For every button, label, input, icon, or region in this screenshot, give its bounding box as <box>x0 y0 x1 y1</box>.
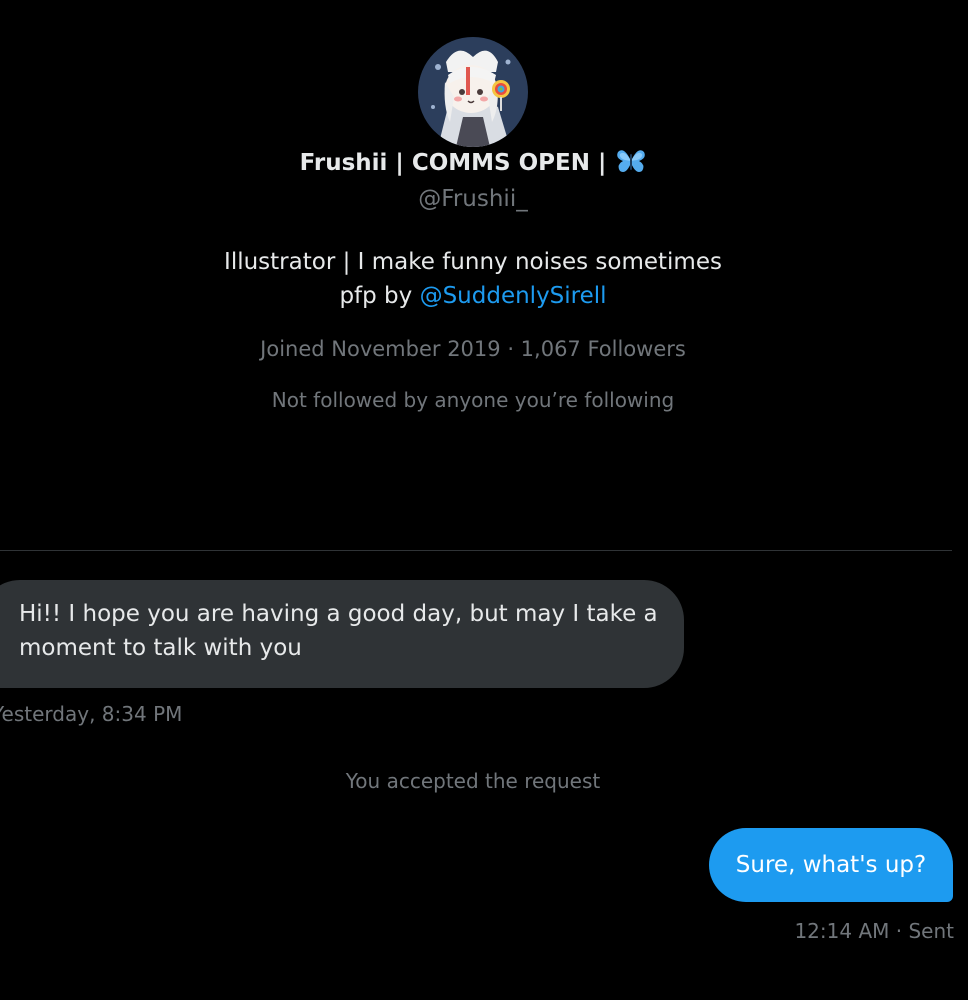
joined-date: Joined November 2019 <box>260 337 501 361</box>
meta-separator: · <box>500 337 521 361</box>
received-message-text: Hi!! I hope you are having a good day, b… <box>19 601 658 661</box>
not-followed-notice: Not followed by anyone you’re following <box>271 388 675 412</box>
request-accepted-notice: You accepted the request <box>345 769 601 793</box>
bio-line-1: Illustrator | I make funny noises someti… <box>224 249 722 275</box>
profile-bio: Illustrator | I make funny noises someti… <box>0 245 946 313</box>
bio-line-2: pfp by @SuddenlySirell <box>0 279 946 313</box>
avatar-illustration <box>418 37 528 147</box>
profile-meta: Joined November 2019 · 1,067 Followers <box>0 335 946 363</box>
sent-message-bubble[interactable]: Sure, what's up? <box>709 828 953 902</box>
sent-message-text: Sure, what's up? <box>735 852 927 878</box>
profile-avatar[interactable] <box>418 37 528 147</box>
received-message-bubble[interactable]: Hi!! I hope you are having a good day, b… <box>0 580 684 688</box>
bio-mention-link[interactable]: @SuddenlySirell <box>420 283 607 309</box>
followers-count-link[interactable]: 1,067 Followers <box>521 337 686 361</box>
sent-status-label: Sent <box>908 919 954 943</box>
bio-prefix: pfp by <box>339 283 420 309</box>
received-message-timestamp: Yesterday, 8:34 PM <box>0 702 183 726</box>
profile-display-name: Frushii | COMMS OPEN | <box>0 148 946 182</box>
butterfly-icon <box>616 148 646 182</box>
conversation-divider <box>0 550 952 551</box>
sent-message-status: 12:14 AM · Sent <box>794 917 954 945</box>
display-name-text[interactable]: Frushii | COMMS OPEN | <box>300 150 607 176</box>
sent-message-timestamp: 12:14 AM <box>794 919 890 943</box>
sent-separator: · <box>889 919 909 943</box>
profile-handle: @Frushii_ <box>418 186 528 212</box>
